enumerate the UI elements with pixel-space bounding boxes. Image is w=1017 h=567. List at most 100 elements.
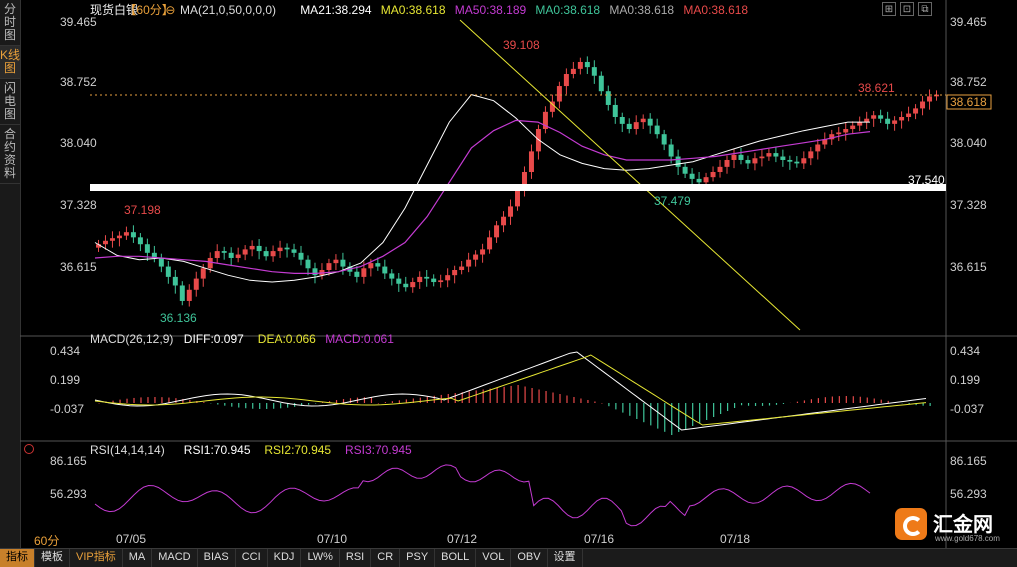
high-label: 39.108 xyxy=(503,38,540,52)
bottom-tab-6[interactable]: CCI xyxy=(236,549,268,567)
macd-bar xyxy=(685,403,686,429)
macd-bar xyxy=(734,403,735,408)
header-text-2: ⊖ xyxy=(165,3,175,17)
bottom-tab-5[interactable]: BIAS xyxy=(198,549,236,567)
swing-low-label: 37.479 xyxy=(654,194,691,208)
macd-bar xyxy=(399,400,400,403)
candle-body xyxy=(759,157,764,159)
indicator-settings-icon[interactable] xyxy=(24,444,34,454)
window-controls: ⊞ ⊡ ⧉ xyxy=(882,2,932,16)
candle-body xyxy=(208,258,213,268)
macd-bar xyxy=(671,403,672,435)
expand-icon[interactable]: ⊡ xyxy=(900,2,914,16)
macd-bar xyxy=(860,397,861,403)
bottom-tab-3[interactable]: MA xyxy=(123,549,153,567)
bottom-tab-1[interactable]: 模板 xyxy=(35,549,70,567)
macd-bar xyxy=(252,403,253,409)
candle-body xyxy=(396,279,401,284)
restore-icon[interactable]: ⧉ xyxy=(918,2,932,16)
macd-bar xyxy=(524,387,525,404)
candle-body xyxy=(501,217,506,226)
candle-body xyxy=(375,263,380,266)
candle-body xyxy=(173,277,178,286)
macd-bar xyxy=(643,403,644,422)
macd-bar xyxy=(853,396,854,403)
candle-body xyxy=(292,249,297,252)
candle-body xyxy=(857,122,862,125)
macd-bar xyxy=(566,396,567,404)
macd-bar xyxy=(455,393,456,403)
macd-bar xyxy=(776,403,777,405)
macd-bar xyxy=(133,398,134,403)
x-tick-label: 07/10 xyxy=(317,532,347,546)
macd-bar xyxy=(762,403,763,406)
left-tab-0[interactable]: 分时图 xyxy=(0,0,20,46)
macd-header-0: MACD(26,12,9) xyxy=(90,332,173,346)
bottom-tab-4[interactable]: MACD xyxy=(152,549,197,567)
bottom-tab-14[interactable]: OBV xyxy=(511,549,547,567)
period-label[interactable]: 60分 xyxy=(34,532,59,549)
macd-bar xyxy=(231,403,232,407)
candle-body xyxy=(627,124,632,129)
macd-bar xyxy=(343,399,344,403)
bottom-tab-0[interactable]: 指标 xyxy=(0,549,35,567)
macd-bar xyxy=(629,403,630,416)
macd-bar xyxy=(727,403,728,411)
macd-bar xyxy=(594,402,595,404)
bottom-tab-10[interactable]: CR xyxy=(371,549,400,567)
grid-icon[interactable]: ⊞ xyxy=(882,2,896,16)
left-tab-1[interactable]: K线图 xyxy=(0,46,20,79)
macd-bar xyxy=(280,403,281,408)
macd-bar xyxy=(741,403,742,405)
macd-bar xyxy=(147,397,148,403)
bottom-tab-11[interactable]: PSY xyxy=(400,549,435,567)
left-tab-2[interactable]: 闪电图 xyxy=(0,79,20,125)
candle-body xyxy=(354,272,359,277)
bottom-tab-15[interactable]: 设置 xyxy=(548,549,583,567)
candle-body xyxy=(843,129,848,132)
candle-body xyxy=(752,158,757,163)
bottom-tab-7[interactable]: KDJ xyxy=(268,549,302,567)
support-line xyxy=(90,184,946,191)
macd-bar xyxy=(657,403,658,429)
low-label: 36.136 xyxy=(160,311,197,325)
candle-body xyxy=(222,251,227,253)
header-text-5: MA0:38.618 xyxy=(381,3,446,17)
price-tick-label: 36.615 xyxy=(950,260,987,274)
candle-body xyxy=(592,67,597,76)
macd-bar xyxy=(839,396,840,403)
candle-body xyxy=(285,248,290,250)
macd-bar xyxy=(811,399,812,403)
candle-body xyxy=(634,122,639,129)
bottom-tab-12[interactable]: BOLL xyxy=(435,549,476,567)
rsi-tick-label: 56.293 xyxy=(950,487,987,501)
macd-bar xyxy=(378,403,379,404)
bottom-tab-13[interactable]: VOL xyxy=(476,549,511,567)
last-price-box-label: 38.618 xyxy=(950,95,987,109)
bottom-tab-8[interactable]: LW% xyxy=(301,549,339,567)
candle-body xyxy=(466,260,471,267)
candle-body xyxy=(578,62,583,69)
bottom-tab-2[interactable]: VIP指标 xyxy=(70,549,123,567)
macd-bar xyxy=(608,403,609,406)
candle-body xyxy=(271,251,276,256)
candle-body xyxy=(731,155,736,160)
candle-body xyxy=(697,179,702,182)
candle-body xyxy=(340,260,345,267)
candle-body xyxy=(201,268,206,278)
candle-body xyxy=(487,237,492,249)
macd-bar xyxy=(559,394,560,403)
macd-bar xyxy=(531,388,532,403)
candle-body xyxy=(766,153,771,156)
macd-bar xyxy=(350,398,351,403)
x-tick-label: 07/18 xyxy=(720,532,750,546)
candle-body xyxy=(131,232,136,237)
macd-tick-label-left: -0.037 xyxy=(50,402,84,416)
bottom-tab-9[interactable]: RSI xyxy=(340,549,371,567)
candle-body xyxy=(850,126,855,129)
macd-header-1: DIFF:0.097 xyxy=(184,332,244,346)
candle-body xyxy=(913,108,918,113)
candle-body xyxy=(117,236,122,239)
left-tab-3[interactable]: 合约资料 xyxy=(0,125,20,184)
macd-bar xyxy=(622,403,623,413)
